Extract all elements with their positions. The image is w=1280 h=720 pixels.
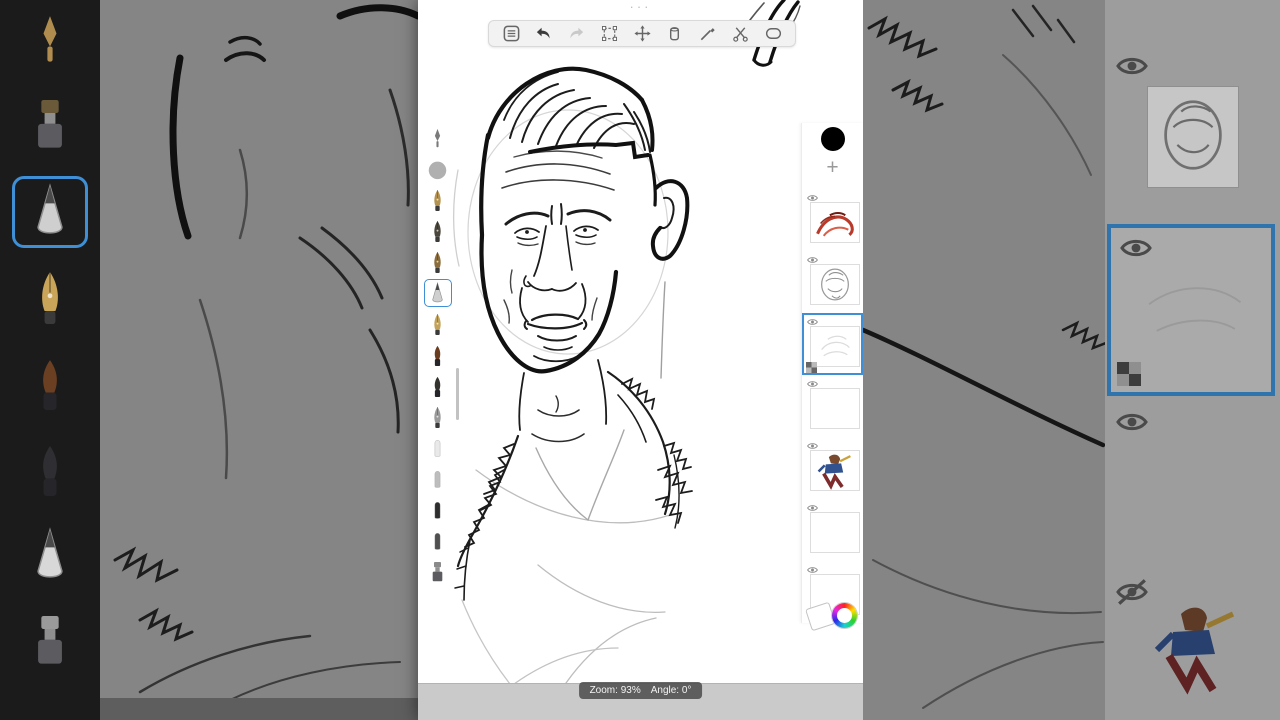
- layer-thumbnail[interactable]: [810, 202, 860, 243]
- transform-move-button[interactable]: [632, 24, 652, 44]
- layer-slot-3[interactable]: [802, 313, 863, 375]
- layer-visibility-icon[interactable]: [806, 314, 819, 325]
- brush-4[interactable]: [424, 217, 452, 245]
- layer-thumbnail[interactable]: [810, 388, 860, 429]
- eye-icon: [1113, 408, 1151, 436]
- left-backdrop-canvas: [100, 0, 418, 720]
- layer-transform-icon: [806, 360, 817, 373]
- brush-rail-scrollbar[interactable]: [456, 368, 459, 420]
- drawing-canvas[interactable]: [418, 0, 863, 720]
- angle-indicator: Angle: 0°: [650, 685, 692, 696]
- brush-10[interactable]: [424, 403, 452, 431]
- layer-thumbnail: [1147, 86, 1239, 188]
- backdrop-brush-3: [12, 176, 88, 248]
- left-backdrop: [0, 0, 418, 720]
- layer-thumbnail: [1141, 602, 1245, 720]
- backdrop-brush-4: [12, 262, 88, 334]
- pen-tool-button[interactable]: [698, 24, 718, 44]
- brush-15[interactable]: [424, 558, 452, 586]
- layer-visibility-icon[interactable]: [806, 252, 819, 263]
- brush-8[interactable]: [424, 341, 452, 369]
- paint-app-window: ··· + Zoom: 93% Angle: 0°: [418, 0, 863, 720]
- layer-slot-2[interactable]: [802, 251, 863, 313]
- eraser-button[interactable]: [665, 24, 685, 44]
- eye-icon: [1113, 52, 1151, 80]
- backdrop-brush-1: [12, 4, 88, 76]
- layer-visibility-icon[interactable]: [806, 562, 819, 573]
- marquee-select-button[interactable]: [599, 24, 619, 44]
- brush-1[interactable]: [424, 124, 452, 152]
- right-backdrop: [863, 0, 1280, 720]
- brush-5[interactable]: [424, 248, 452, 276]
- brush-12[interactable]: [424, 465, 452, 493]
- layer-slot-1[interactable]: [802, 189, 863, 251]
- layer-visibility-icon[interactable]: [806, 190, 819, 201]
- video-frame: ··· + Zoom: 93% Angle: 0°: [0, 0, 1280, 720]
- status-bar: Zoom: 93% Angle: 0°: [578, 682, 703, 699]
- menu-button[interactable]: [501, 24, 521, 44]
- layer-thumbnail[interactable]: [810, 264, 860, 305]
- toolbar: [488, 20, 796, 47]
- layer-slot-4[interactable]: [802, 375, 863, 437]
- layer-thumbnail[interactable]: [810, 512, 860, 553]
- foreground-color-swatch[interactable]: [820, 127, 845, 151]
- layer-thumbnail[interactable]: [810, 450, 860, 491]
- brush-13[interactable]: [424, 496, 452, 524]
- layers-list: [802, 189, 863, 623]
- lasso-button[interactable]: [763, 24, 783, 44]
- layers-panel: +: [801, 123, 863, 623]
- zoom-indicator: Zoom: 93%: [589, 685, 641, 696]
- layer-visibility-icon[interactable]: [806, 438, 819, 449]
- left-strip: [0, 0, 100, 720]
- brush-9[interactable]: [424, 372, 452, 400]
- brush-6-selected[interactable]: [423, 279, 452, 307]
- color-picker-area: [801, 597, 863, 632]
- selected-layer: [1107, 224, 1275, 396]
- toolbar-handle-icon[interactable]: ···: [630, 0, 652, 14]
- redo-button[interactable]: [567, 24, 587, 44]
- backdrop-brush-6: [12, 434, 88, 506]
- left-paper-edge: [100, 698, 418, 720]
- undo-button[interactable]: [534, 24, 554, 44]
- add-layer-button[interactable]: +: [802, 155, 863, 181]
- left-backdrop-sketch: [113, 4, 418, 701]
- backdrop-brush-8: [12, 606, 88, 678]
- right-backdrop-canvas: [863, 0, 1105, 720]
- brush-7[interactable]: [424, 310, 452, 338]
- layer-thumbnail[interactable]: [810, 326, 860, 367]
- layer-visibility-icon[interactable]: [806, 376, 819, 387]
- right-backdrop-sketch: [863, 4, 1105, 709]
- brush-14[interactable]: [424, 527, 452, 555]
- color-wheel-icon[interactable]: [832, 603, 857, 628]
- backdrop-brush-2: [12, 90, 88, 162]
- layer-slot-6[interactable]: [802, 499, 863, 561]
- brush-2[interactable]: [424, 155, 452, 183]
- backdrop-brush-7: [12, 520, 88, 592]
- layer-visibility-icon[interactable]: [806, 500, 819, 511]
- brush-3[interactable]: [424, 186, 452, 214]
- cut-button[interactable]: [730, 24, 750, 44]
- backdrop-brush-5: [12, 348, 88, 420]
- right-backdrop-layers-panel: [1105, 0, 1280, 720]
- layer-slot-5[interactable]: [802, 437, 863, 499]
- brush-11[interactable]: [424, 434, 452, 462]
- layer-transform-icon: [1117, 362, 1141, 386]
- brush-rail: [421, 124, 454, 586]
